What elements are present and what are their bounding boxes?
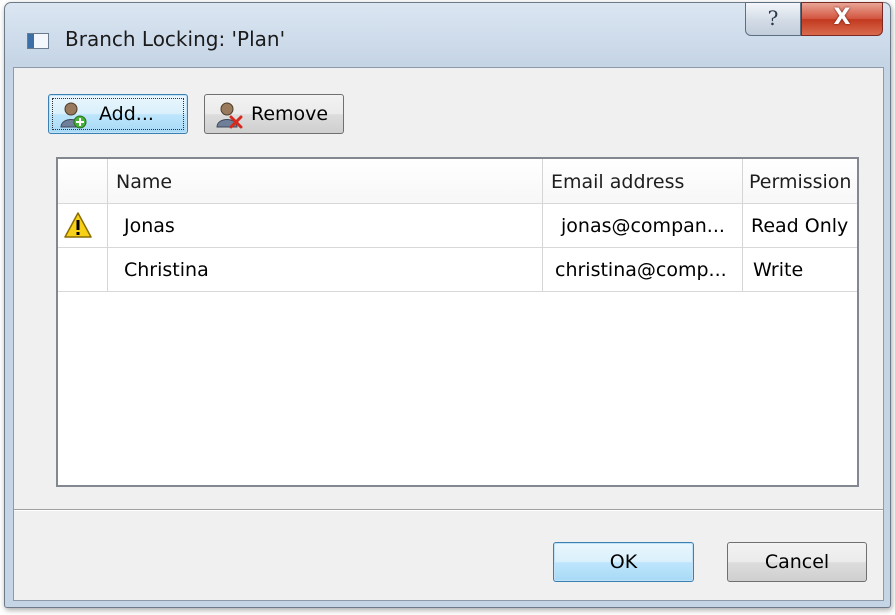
table-row[interactable]: Jonas jonas@compan... Read Only — [58, 203, 857, 248]
table-row[interactable]: Christina christina@comp... Write — [58, 247, 857, 292]
remove-button-label: Remove — [251, 103, 329, 125]
email-cell: christina@comp... — [543, 247, 743, 291]
name-cell: Jonas — [108, 203, 543, 247]
permission-cell[interactable]: Read Only — [743, 203, 857, 247]
user-add-icon — [60, 102, 87, 129]
status-cell — [58, 247, 108, 291]
table-header: Name Email address Permission — [58, 159, 857, 204]
cancel-button[interactable]: Cancel — [727, 542, 867, 582]
close-icon: X — [833, 5, 851, 30]
dialog-body: Add... Remove Name Email address Permiss… — [13, 67, 884, 601]
close-button[interactable]: X — [801, 2, 883, 36]
column-header-name[interactable]: Name — [108, 159, 543, 203]
column-header-email[interactable]: Email address — [543, 159, 743, 203]
dialog-window: Branch Locking: 'Plan' ? X Add... Remove… — [4, 2, 891, 608]
help-button[interactable]: ? — [745, 2, 801, 36]
add-button-label: Add... — [99, 103, 154, 125]
name-cell: Christina — [108, 247, 543, 291]
email-cell: jonas@compan... — [543, 203, 743, 247]
column-header-permission[interactable]: Permission — [743, 159, 857, 203]
column-header-status[interactable] — [58, 159, 108, 203]
user-remove-icon — [216, 102, 243, 129]
ok-button[interactable]: OK — [553, 542, 694, 582]
app-window-icon — [27, 33, 49, 49]
permission-cell[interactable]: Write — [743, 247, 857, 291]
footer-divider — [14, 509, 883, 511]
remove-user-button[interactable]: Remove — [204, 94, 344, 134]
add-user-button[interactable]: Add... — [48, 94, 188, 134]
status-cell — [58, 203, 108, 247]
warning-icon — [64, 212, 92, 238]
window-title: Branch Locking: 'Plan' — [65, 27, 286, 51]
help-icon: ? — [767, 6, 779, 30]
users-table[interactable]: Name Email address Permission Jonas jona… — [56, 157, 859, 487]
title-bar[interactable]: Branch Locking: 'Plan' ? X — [5, 2, 890, 67]
